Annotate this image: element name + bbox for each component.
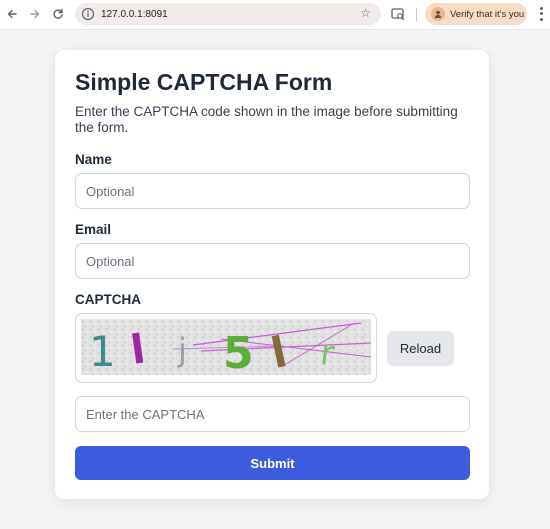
verify-identity-button[interactable]: Verify that it's you <box>425 3 527 25</box>
page-title: Simple CAPTCHA Form <box>75 69 333 95</box>
captcha-input[interactable] <box>75 396 470 432</box>
bookmark-star-icon[interactable]: ☆ <box>360 6 371 20</box>
toolbar-divider <box>416 8 417 21</box>
url-text: 127.0.0.1:8091 <box>101 8 168 20</box>
browser-toolbar: 127.0.0.1:8091 ☆ Verify that it's you <box>0 0 550 30</box>
back-arrow-icon[interactable] <box>1 3 23 25</box>
form-instructions: Enter the CAPTCHA code shown in the imag… <box>75 104 458 135</box>
reload-icon[interactable] <box>47 3 69 25</box>
extension-icon[interactable] <box>390 6 406 22</box>
name-input[interactable] <box>75 173 470 209</box>
reload-captcha-button[interactable]: Reload <box>387 331 454 366</box>
email-label: Email <box>75 222 112 237</box>
captcha-form-card: Simple CAPTCHA Form Enter the CAPTCHA co… <box>54 49 490 500</box>
captcha-char-3: j <box>177 331 187 369</box>
captcha-image: 1 l j 5 l r <box>81 319 371 375</box>
site-info-icon[interactable] <box>81 7 95 21</box>
kebab-menu-icon[interactable] <box>536 6 546 22</box>
address-bar[interactable]: 127.0.0.1:8091 ☆ <box>75 3 381 25</box>
email-input[interactable] <box>75 243 470 279</box>
forward-arrow-icon[interactable] <box>24 3 46 25</box>
captcha-char-4: 5 <box>223 328 254 375</box>
captcha-char-1: 1 <box>89 327 116 375</box>
submit-button[interactable]: Submit <box>75 446 470 480</box>
captcha-label: CAPTCHA <box>75 292 141 307</box>
name-label: Name <box>75 152 112 167</box>
profile-badge-icon <box>431 7 445 21</box>
captcha-image-frame: 1 l j 5 l r <box>75 313 377 383</box>
verify-label: Verify that it's you <box>450 8 525 20</box>
